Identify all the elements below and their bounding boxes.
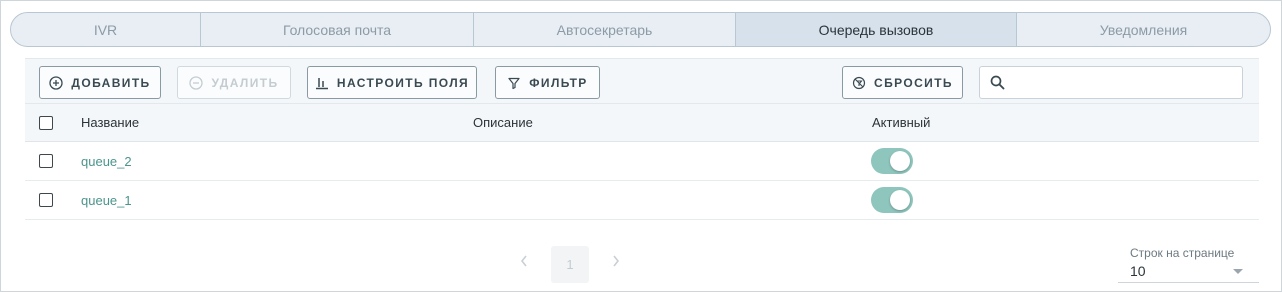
chevron-right-icon[interactable] <box>611 254 621 268</box>
tab-auto-attendant[interactable]: Автосекретарь <box>474 13 736 46</box>
table-header: Название Описание Активный <box>25 103 1259 142</box>
tab-notifications[interactable]: Уведомления <box>1017 13 1270 46</box>
rows-per-page-value: 10 <box>1130 263 1146 279</box>
page-button-current[interactable]: 1 <box>551 246 589 283</box>
chevron-left-icon[interactable] <box>519 254 529 268</box>
queue-name-link[interactable]: queue_1 <box>81 193 132 208</box>
column-header-active[interactable]: Активный <box>872 104 930 141</box>
delete-button-label: УДАЛИТЬ <box>211 75 279 90</box>
tab-call-queue[interactable]: Очередь вызовов <box>736 13 1017 46</box>
plus-circle-icon <box>49 75 64 90</box>
filter-icon <box>508 77 520 89</box>
reset-filter-icon <box>852 76 866 89</box>
toolbar: ДОБАВИТЬ УДАЛИТЬ НАСТРОИТЬ ПОЛЯ ФИЛЬТР С… <box>25 58 1259 103</box>
table-row: queue_1 <box>25 181 1259 220</box>
row-checkbox[interactable] <box>39 154 53 168</box>
call-queue-panel: ДОБАВИТЬ УДАЛИТЬ НАСТРОИТЬ ПОЛЯ ФИЛЬТР С… <box>25 58 1259 284</box>
reset-button[interactable]: СБРОСИТЬ <box>842 66 963 99</box>
filter-button-label: ФИЛЬТР <box>529 75 588 90</box>
configure-fields-button-label: НАСТРОИТЬ ПОЛЯ <box>336 75 470 90</box>
column-header-description[interactable]: Описание <box>473 104 533 141</box>
minus-circle-icon <box>189 75 204 90</box>
tab-bar: IVR Голосовая почта Автосекретарь Очеред… <box>10 12 1271 47</box>
columns-icon <box>315 77 328 89</box>
chevron-down-icon <box>1233 269 1243 274</box>
reset-button-label: СБРОСИТЬ <box>874 75 953 90</box>
rows-per-page-label: Строк на странице <box>1130 246 1235 260</box>
tab-voicemail[interactable]: Голосовая почта <box>201 13 474 46</box>
add-button[interactable]: ДОБАВИТЬ <box>39 66 161 99</box>
app-frame: IVR Голосовая почта Автосекретарь Очеред… <box>0 0 1282 292</box>
tab-ivr[interactable]: IVR <box>11 13 201 46</box>
search-input[interactable] <box>1013 67 1242 98</box>
add-button-label: ДОБАВИТЬ <box>71 75 151 90</box>
configure-fields-button[interactable]: НАСТРОИТЬ ПОЛЯ <box>307 66 477 99</box>
active-toggle[interactable] <box>871 148 913 174</box>
filter-button[interactable]: ФИЛЬТР <box>495 66 600 99</box>
table-row: queue_2 <box>25 142 1259 181</box>
column-header-name[interactable]: Название <box>81 104 139 141</box>
delete-button[interactable]: УДАЛИТЬ <box>177 66 291 99</box>
row-checkbox[interactable] <box>39 193 53 207</box>
queue-name-link[interactable]: queue_2 <box>81 154 132 169</box>
search-icon <box>990 75 1005 90</box>
select-all-checkbox[interactable] <box>39 115 53 130</box>
search-box <box>979 66 1243 99</box>
rows-per-page-select[interactable]: 10 <box>1118 260 1259 283</box>
active-toggle[interactable] <box>871 187 913 213</box>
